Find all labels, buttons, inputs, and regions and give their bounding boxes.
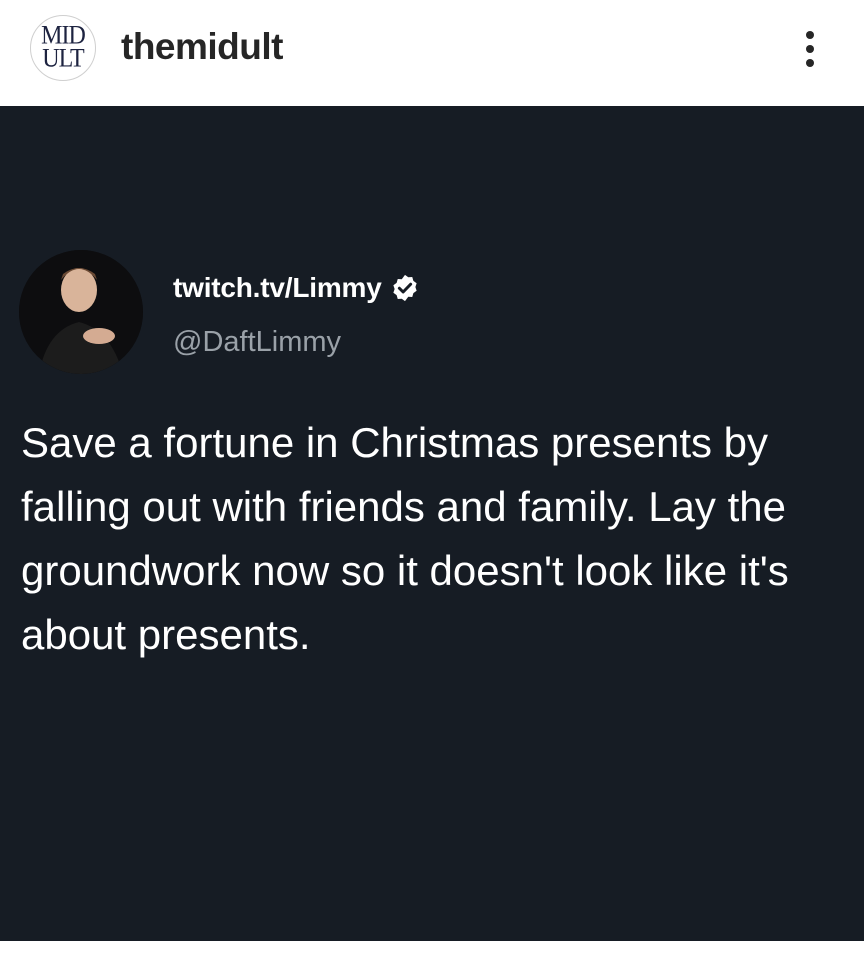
- logo-line-2: ULT: [42, 44, 84, 74]
- verified-badge-icon: [392, 274, 417, 302]
- tweet-author-row: twitch.tv/Limmy: [173, 270, 420, 306]
- post-image: twitch.tv/Limmy @DaftLimmy Save a fortun…: [0, 106, 864, 941]
- account-avatar[interactable]: MID ULT: [30, 15, 96, 81]
- footer-strip: [0, 941, 864, 953]
- tweet-display-name[interactable]: twitch.tv/Limmy: [173, 272, 382, 304]
- post-header: MID ULT themidult: [0, 0, 864, 106]
- tweet-handle[interactable]: @DaftLimmy: [173, 326, 341, 359]
- more-options-icon[interactable]: [795, 28, 825, 70]
- tweet-text: Save a fortune in Christmas presents by …: [21, 419, 789, 658]
- tweet-author-avatar: [19, 250, 143, 374]
- account-username[interactable]: themidult: [121, 26, 283, 68]
